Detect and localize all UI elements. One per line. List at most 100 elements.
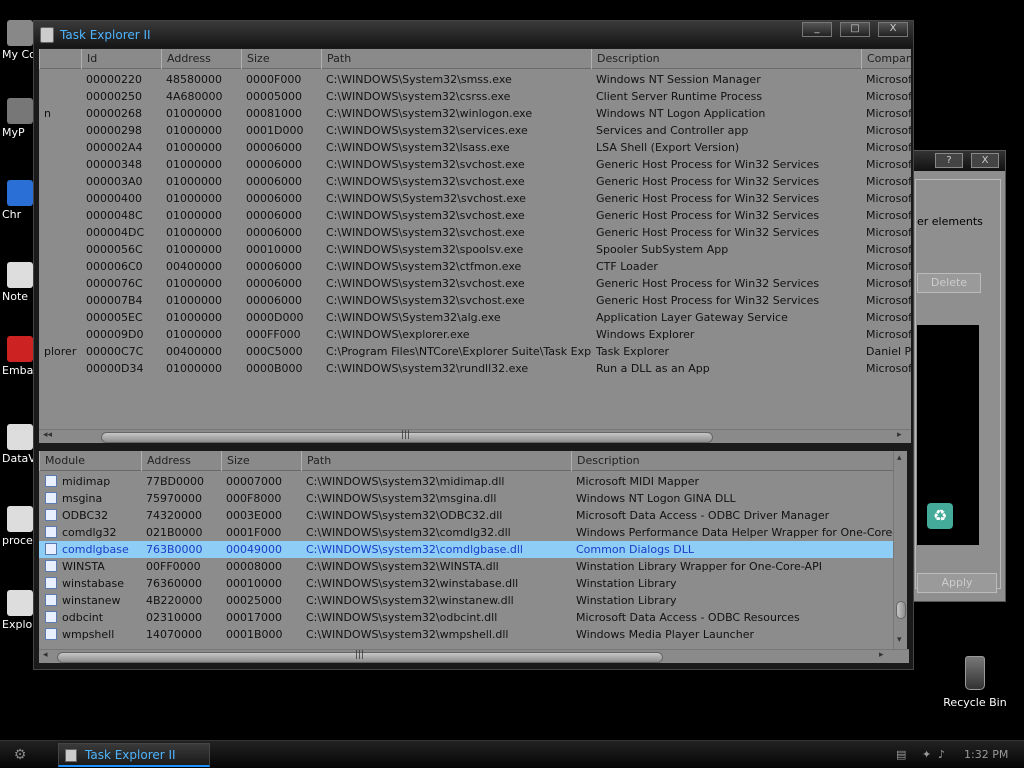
process-list[interactable]: Id Address Size Path Description Compan 00000…	[39, 49, 911, 429]
scroll-thumb[interactable]	[896, 601, 906, 619]
table-cell: Windows NT Logon GINA DLL	[576, 492, 736, 505]
scroll-down-icon[interactable]: ▾	[897, 635, 902, 645]
table-row[interactable]: 000006C0 00400000 00006000 C:\WINDOWS\syste…	[39, 258, 911, 275]
table-row[interactable]: n 00000268 01000000 00081000 C:\WINDOWS\syst…	[39, 105, 911, 122]
table-cell	[39, 309, 81, 326]
clock[interactable]: 1:32 PM	[964, 748, 1008, 761]
table-row[interactable]: 00000D34 01000000 0000B000 C:\WINDOWS\syste…	[39, 360, 911, 377]
table-cell: 00400000	[166, 345, 222, 358]
grip-icon: |||	[355, 650, 365, 660]
table-cell: 000009D0	[86, 328, 144, 341]
list-item[interactable]: wmpshell 14070000 0001B000 C:\WINDOWS\syste…	[39, 626, 895, 643]
module-icon	[45, 577, 57, 589]
table-cell: 0001D000	[246, 124, 304, 137]
table-cell: Microsoft	[866, 124, 911, 137]
apply-button[interactable]: Apply	[917, 573, 997, 593]
table-row[interactable]: 0000056C 01000000 00010000 C:\WINDOWS\syste…	[39, 241, 911, 258]
table-cell: 00006000	[246, 260, 302, 273]
scroll-left-icon[interactable]: ◂	[43, 650, 48, 660]
scroll-left-icon[interactable]: ◂◂	[43, 430, 52, 440]
table-cell	[39, 258, 81, 275]
table-cell: Microsoft	[866, 141, 911, 154]
column-header[interactable]: Path	[301, 451, 571, 471]
list-item[interactable]: WINSTA 00FF0000 00008000 C:\WINDOWS\system3…	[39, 558, 895, 575]
table-cell: 02310000	[146, 611, 202, 624]
table-cell	[39, 360, 81, 377]
scroll-right-icon[interactable]: ▸	[897, 430, 902, 440]
close-button[interactable]: X	[878, 22, 908, 37]
table-row[interactable]: 0000048C 01000000 00006000 C:\WINDOWS\syste…	[39, 207, 911, 224]
list-item[interactable]: comdlgbase 763B0000 00049000 C:\WINDOWS\sys…	[39, 541, 895, 558]
column-header[interactable]: Size	[241, 49, 321, 69]
recycle-bin[interactable]: Recycle Bin	[940, 656, 1010, 709]
list-item[interactable]: midimap 77BD0000 00007000 C:\WINDOWS\system…	[39, 473, 895, 490]
table-cell: comdlg32	[62, 526, 117, 539]
keyboard-icon[interactable]: ▤	[896, 748, 906, 761]
volume-icon[interactable]: ♪	[938, 748, 945, 761]
list-item[interactable]: winstabase 76360000 00010000 C:\WINDOWS\sys…	[39, 575, 895, 592]
column-header[interactable]: Description	[571, 451, 895, 471]
column-header[interactable]: Path	[321, 49, 591, 69]
column-header[interactable]: Address	[141, 451, 221, 471]
list-item[interactable]: ODBC32 74320000 0003E000 C:\WINDOWS\system3…	[39, 507, 895, 524]
scroll-up-icon[interactable]: ▴	[897, 453, 902, 463]
module-vscrollbar[interactable]: ▴ ▾	[893, 451, 907, 649]
list-item[interactable]: winstanew 4B220000 00025000 C:\WINDOWS\syst…	[39, 592, 895, 609]
table-row[interactable]: 00000298 01000000 0001D000 C:\WINDOWS\syste…	[39, 122, 911, 139]
maximize-button[interactable]: □	[840, 22, 870, 37]
list-item[interactable]: comdlg32 021B0000 0001F000 C:\WINDOWS\syste…	[39, 524, 895, 541]
table-cell: Windows NT Session Manager	[596, 73, 761, 86]
column-header[interactable]: Address	[161, 49, 241, 69]
window-titlebar[interactable]: Task Explorer II _ □ X	[34, 21, 913, 48]
table-cell: 000005EC	[86, 311, 143, 324]
minimize-button[interactable]: _	[802, 22, 832, 37]
start-button[interactable]: ⚙	[4, 744, 36, 766]
desktop-icon-label: Explo	[2, 618, 33, 631]
table-row[interactable]: plorer 00000C7C 00400000 000C5000 C:\Program…	[39, 343, 911, 360]
table-cell: 00006000	[246, 277, 302, 290]
table-cell: Generic Host Process for Win32 Services	[596, 294, 820, 307]
taskbar-item-task-explorer[interactable]: Task Explorer II	[58, 743, 210, 767]
table-row[interactable]: 00000250 4A680000 00005000 C:\WINDOWS\syste…	[39, 88, 911, 105]
table-row[interactable]: 000009D0 01000000 000FF000 C:\WINDOWS\explo…	[39, 326, 911, 343]
table-row[interactable]: 000007B4 01000000 00006000 C:\WINDOWS\syste…	[39, 292, 911, 309]
table-cell	[39, 122, 81, 139]
desktop-app-icon	[7, 20, 33, 46]
column-header[interactable]: Module	[39, 451, 141, 471]
list-item[interactable]: msgina 75970000 000F8000 C:\WINDOWS\system3…	[39, 490, 895, 507]
column-header[interactable]: Description	[591, 49, 861, 69]
table-cell: Winstation Library Wrapper for One-Core-…	[576, 560, 822, 573]
list-item[interactable]: odbcint 02310000 00017000 C:\WINDOWS\system…	[39, 609, 895, 626]
table-row[interactable]: 000005EC 01000000 0000D000 C:\WINDOWS\Syste…	[39, 309, 911, 326]
system-tray: ▤ ✦ ♪ 1:32 PM	[894, 741, 1024, 768]
table-cell: 00000250	[86, 90, 142, 103]
table-cell: Generic Host Process for Win32 Services	[596, 209, 820, 222]
table-row[interactable]: 00000348 01000000 00006000 C:\WINDOWS\syste…	[39, 156, 911, 173]
module-hscrollbar[interactable]: ◂ ||| ▸	[39, 649, 909, 663]
table-row[interactable]: 00000220 48580000 0000F000 C:\WINDOWS\Syste…	[39, 71, 911, 88]
scroll-right-icon[interactable]: ▸	[879, 650, 884, 660]
help-button[interactable]: ?	[935, 153, 963, 168]
table-cell: 01000000	[166, 294, 222, 307]
table-row[interactable]: 000003A0 01000000 00006000 C:\WINDOWS\syste…	[39, 173, 911, 190]
table-cell: midimap	[62, 475, 111, 488]
delete-button[interactable]: Delete	[917, 273, 981, 293]
column-header[interactable]: Id	[81, 49, 161, 69]
process-hscrollbar[interactable]: ◂◂ ||| ▸	[39, 429, 911, 443]
table-cell: 00006000	[246, 175, 302, 188]
table-cell: Microsoft	[866, 73, 911, 86]
table-row[interactable]: 000002A4 01000000 00006000 C:\WINDOWS\syste…	[39, 139, 911, 156]
table-row[interactable]: 000004DC 01000000 00006000 C:\WINDOWS\syste…	[39, 224, 911, 241]
table-cell: 000FF000	[246, 328, 301, 341]
column-header[interactable]: Size	[221, 451, 301, 471]
column-header[interactable]	[39, 49, 81, 69]
pane-splitter[interactable]	[39, 444, 911, 449]
module-list[interactable]: Module Address Size Path Description midimap…	[39, 451, 895, 649]
tray-app-icon[interactable]: ✦	[922, 748, 931, 761]
table-row[interactable]: 00000400 01000000 00006000 C:\WINDOWS\Syste…	[39, 190, 911, 207]
table-cell: 01000000	[166, 277, 222, 290]
close-button[interactable]: X	[971, 153, 999, 168]
table-row[interactable]: 0000076C 01000000 00006000 C:\WINDOWS\syste…	[39, 275, 911, 292]
table-cell: 0001F000	[226, 526, 282, 539]
column-header[interactable]: Compan	[861, 49, 911, 69]
